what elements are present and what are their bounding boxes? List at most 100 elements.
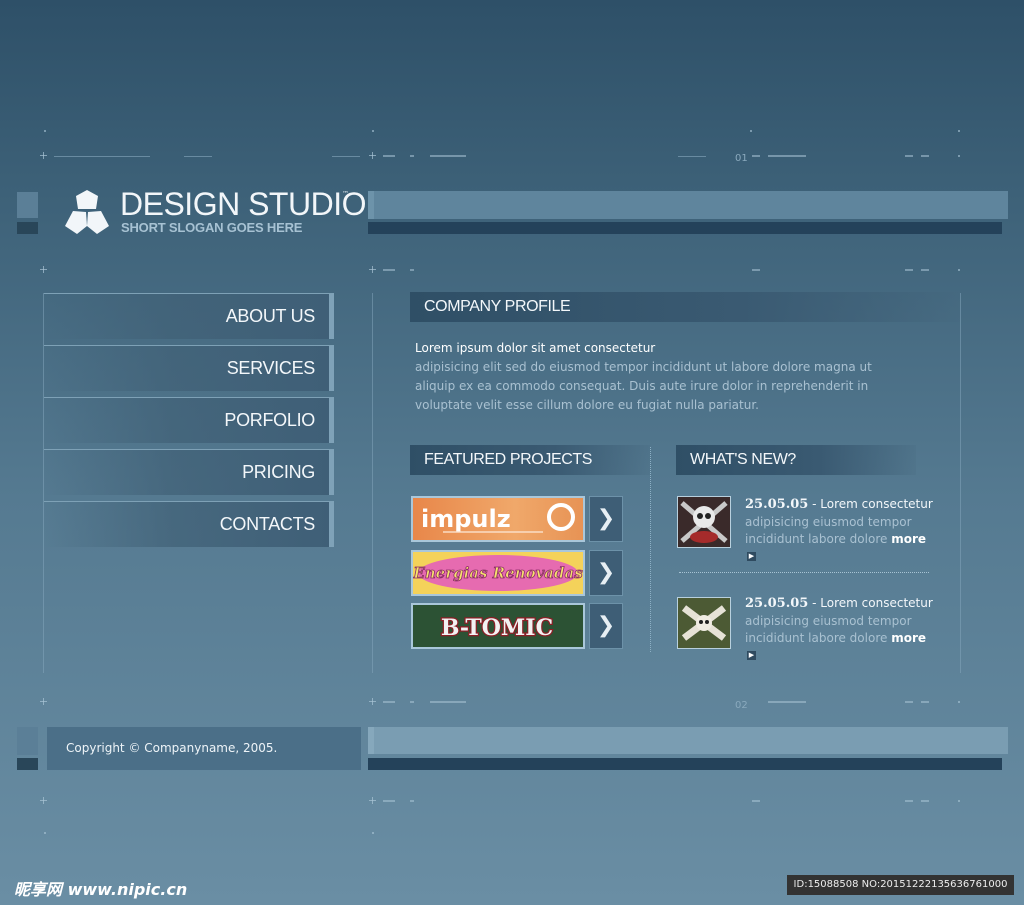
profile-lead: Lorem ipsum dolor sit amet consectetur bbox=[415, 341, 656, 355]
project-arrow-button[interactable]: ❯ bbox=[589, 496, 623, 542]
bones-image bbox=[678, 598, 730, 648]
guide-dot bbox=[44, 832, 46, 834]
guide-dash bbox=[383, 701, 395, 703]
nav-item-about-us[interactable]: ABOUT US bbox=[44, 293, 334, 339]
guide-line bbox=[54, 156, 150, 157]
small-arrow-icon[interactable]: ▶ bbox=[747, 651, 756, 660]
section-marker: 01 bbox=[735, 153, 748, 164]
guide-dash bbox=[921, 701, 929, 703]
frame-line bbox=[372, 293, 373, 673]
news-text: adipisicing eiusmod tempor incididunt la… bbox=[745, 614, 927, 660]
guide-dash bbox=[383, 269, 395, 271]
guide-dot bbox=[958, 130, 960, 132]
project-name: B-TOMIC bbox=[441, 615, 553, 641]
column-divider bbox=[650, 447, 652, 652]
guide-dot bbox=[372, 130, 374, 132]
news-text: adipisicing eiusmod tempor incididunt la… bbox=[745, 515, 927, 561]
guide-dash bbox=[921, 269, 929, 271]
guide-dash bbox=[905, 800, 913, 802]
guide-dash bbox=[905, 701, 913, 703]
guide-line bbox=[678, 156, 706, 157]
small-arrow-icon[interactable]: ▶ bbox=[747, 552, 756, 561]
profile-body: adipisicing elit sed do eiusmod tempor i… bbox=[415, 360, 872, 412]
energias-logo: Energias Renovadas bbox=[413, 555, 583, 591]
nav-item-contacts[interactable]: CONTACTS bbox=[44, 501, 334, 547]
impulz-logo: impulz bbox=[421, 503, 575, 533]
more-link[interactable]: more bbox=[891, 532, 926, 546]
news-thumb-bones[interactable] bbox=[677, 597, 731, 649]
project-arrow-button[interactable]: ❯ bbox=[589, 603, 623, 649]
nav-label: PRICING bbox=[242, 462, 315, 482]
header-block bbox=[17, 192, 38, 218]
skull-image bbox=[678, 497, 730, 547]
guide-dash bbox=[410, 269, 414, 271]
plus-mark bbox=[40, 797, 47, 804]
footer-bar bbox=[368, 727, 1008, 754]
nav-label: SERVICES bbox=[226, 358, 316, 378]
brand-title: DESIGN STUDIO bbox=[120, 186, 366, 222]
frame-line bbox=[960, 293, 961, 673]
plus-mark bbox=[40, 152, 47, 159]
guide-line bbox=[332, 156, 360, 157]
news-title: - Lorem consectetur bbox=[808, 596, 933, 610]
plus-mark bbox=[369, 266, 376, 273]
header-bar bbox=[368, 191, 1008, 219]
guide-dash bbox=[768, 155, 806, 157]
guide-dash bbox=[430, 155, 466, 157]
news-title: - Lorem consectetur bbox=[808, 497, 933, 511]
btomic-logo: B-TOMIC bbox=[413, 605, 583, 647]
guide-dash bbox=[752, 269, 760, 271]
guide-dot bbox=[750, 130, 752, 132]
guide-dot bbox=[958, 701, 960, 703]
logo-icon bbox=[65, 190, 109, 234]
nav-item-pricing[interactable]: PRICING bbox=[44, 449, 334, 495]
nav-item-portfolio[interactable]: PORFOLIO bbox=[44, 397, 334, 443]
footer-bar-dark bbox=[368, 758, 1002, 770]
project-arrow-button[interactable]: ❯ bbox=[589, 550, 623, 596]
section-title: WHAT'S NEW? bbox=[690, 451, 796, 468]
footer-block bbox=[17, 727, 38, 755]
plus-mark bbox=[369, 797, 376, 804]
guide-dash bbox=[768, 701, 806, 703]
guide-dash bbox=[752, 155, 760, 157]
footer-block-dark bbox=[17, 758, 38, 770]
guide-dash bbox=[921, 800, 929, 802]
guide-dash bbox=[905, 269, 913, 271]
plus-mark bbox=[369, 698, 376, 705]
company-profile-heading: COMPANY PROFILE bbox=[410, 292, 960, 322]
guide-dash bbox=[905, 155, 913, 157]
copyright-text: Copyright © Companyname, 2005. bbox=[66, 741, 278, 755]
guide-line bbox=[184, 156, 212, 157]
section-title: FEATURED PROJECTS bbox=[424, 451, 593, 468]
project-thumb-btomic[interactable]: B-TOMIC bbox=[411, 603, 585, 649]
brand-slogan: SHORT SLOGAN GOES HERE bbox=[121, 220, 303, 235]
news-date: 25.05.05 - Lorem consectetur bbox=[745, 596, 933, 611]
guide-dot bbox=[958, 269, 960, 271]
project-thumb-energias[interactable]: Energias Renovadas bbox=[411, 550, 585, 596]
guide-dash bbox=[410, 701, 414, 703]
news-thumb-skull[interactable] bbox=[677, 496, 731, 548]
section-marker: 02 bbox=[735, 700, 748, 711]
whats-new-heading: WHAT'S NEW? bbox=[676, 445, 916, 475]
guide-dot bbox=[958, 800, 960, 802]
more-link[interactable]: more bbox=[891, 631, 926, 645]
news-date: 25.05.05 - Lorem consectetur bbox=[745, 497, 933, 512]
guide-dash bbox=[410, 155, 414, 157]
guide-dot bbox=[44, 130, 46, 132]
guide-dash bbox=[383, 155, 395, 157]
nav-label: CONTACTS bbox=[219, 514, 316, 534]
project-name: Energias Renovadas bbox=[413, 564, 583, 582]
plus-mark bbox=[40, 266, 47, 273]
nav-item-services[interactable]: SERVICES bbox=[44, 345, 334, 391]
guide-dash bbox=[921, 155, 929, 157]
nav-label: PORFOLIO bbox=[224, 410, 315, 430]
nav-label: ABOUT US bbox=[225, 306, 316, 326]
project-thumb-impulz[interactable]: impulz bbox=[411, 496, 585, 542]
watermark-id: ID:15088508 NO:20151222135636761000 bbox=[787, 875, 1014, 895]
trademark-symbol: ™ bbox=[342, 190, 349, 198]
project-name: impulz bbox=[421, 505, 511, 533]
plus-mark bbox=[40, 698, 47, 705]
header-bar-dark bbox=[368, 222, 1002, 234]
guide-dot bbox=[372, 832, 374, 834]
guide-dash bbox=[430, 701, 466, 703]
